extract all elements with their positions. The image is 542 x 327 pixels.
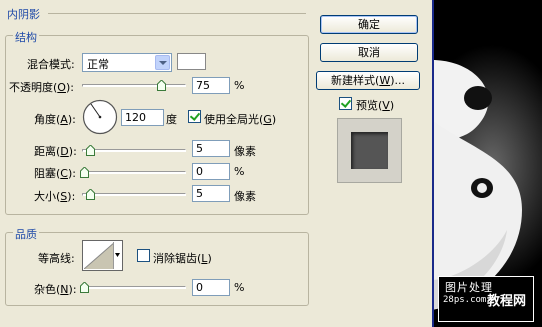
size-label: 大小(S): [34,190,76,203]
contour-dropdown-arrow[interactable] [113,242,121,269]
size-input[interactable]: 5 [192,185,230,202]
layer-style-dialog: 内阴影 结构 混合模式: 正常 不透明度(O): 75 % 角度(A): 120… [0,0,432,327]
noise-slider-track[interactable] [82,286,186,289]
size-slider-track[interactable] [82,193,186,196]
noise-slider-thumb[interactable] [80,282,89,293]
blend-mode-value: 正常 [87,58,109,71]
watermark-line-1: 图片处理 [445,281,493,294]
distance-unit: 像素 [234,145,256,158]
opacity-unit: % [234,79,245,92]
angle-label: 角度(A): [34,113,76,126]
distance-slider-thumb[interactable] [86,145,95,156]
contour-curve-icon [84,242,115,269]
preview-shape [351,132,388,169]
preview-checkbox[interactable] [339,97,352,110]
noise-unit: % [234,281,245,294]
choke-slider-thumb[interactable] [80,167,89,178]
document-canvas: 图片处理 28ps.com 教程网 [432,0,542,327]
new-style-button[interactable]: 新建样式(W)... [316,71,420,90]
cancel-button[interactable]: 取消 [320,43,418,62]
opacity-label: 不透明度(O): [9,81,74,94]
global-light-checkbox[interactable] [188,110,201,123]
global-light-label[interactable]: 使用全局光(G) [204,111,276,127]
chevron-down-icon[interactable] [155,55,170,70]
section-title-inner-shadow: 内阴影 [7,8,40,21]
anti-alias-label[interactable]: 消除锯齿(L) [153,250,212,266]
angle-dial[interactable] [82,99,118,135]
section-divider [48,13,306,14]
contour-label: 等高线: [38,252,75,265]
choke-input[interactable]: 0 [192,163,230,180]
size-slider-thumb[interactable] [86,189,95,200]
blend-mode-select[interactable]: 正常 [82,53,172,72]
quality-group-title: 品质 [13,226,39,242]
blend-mode-label: 混合模式: [27,58,75,71]
angle-input[interactable]: 120 [121,109,164,126]
preview-thumbnail [337,118,402,183]
preview-label[interactable]: 预览(V) [356,97,394,113]
watermark-line-2: 28ps.com [443,295,487,305]
opacity-slider-track[interactable] [82,84,186,87]
watermark-box: 图片处理 28ps.com 教程网 [438,276,534,322]
choke-slider-track[interactable] [82,171,186,174]
noise-input[interactable]: 0 [192,279,230,296]
noise-label: 杂色(N): [34,283,77,296]
distance-slider-track[interactable] [82,149,186,152]
structure-group-title: 结构 [13,29,39,45]
angle-unit: 度 [166,113,177,126]
choke-unit: % [234,165,245,178]
ok-button[interactable]: 确定 [320,15,418,34]
watermark-line-3: 教程网 [487,294,527,309]
distance-label: 距离(D): [34,145,77,158]
choke-label: 阻塞(C): [34,167,76,180]
opacity-input[interactable]: 75 [192,77,230,94]
shadow-color-swatch[interactable] [177,53,206,70]
distance-input[interactable]: 5 [192,140,230,157]
size-unit: 像素 [234,190,256,203]
chevron-down-icon [115,253,120,257]
opacity-slider-thumb[interactable] [157,80,166,91]
contour-picker[interactable] [82,240,123,271]
anti-alias-checkbox[interactable] [137,249,150,262]
